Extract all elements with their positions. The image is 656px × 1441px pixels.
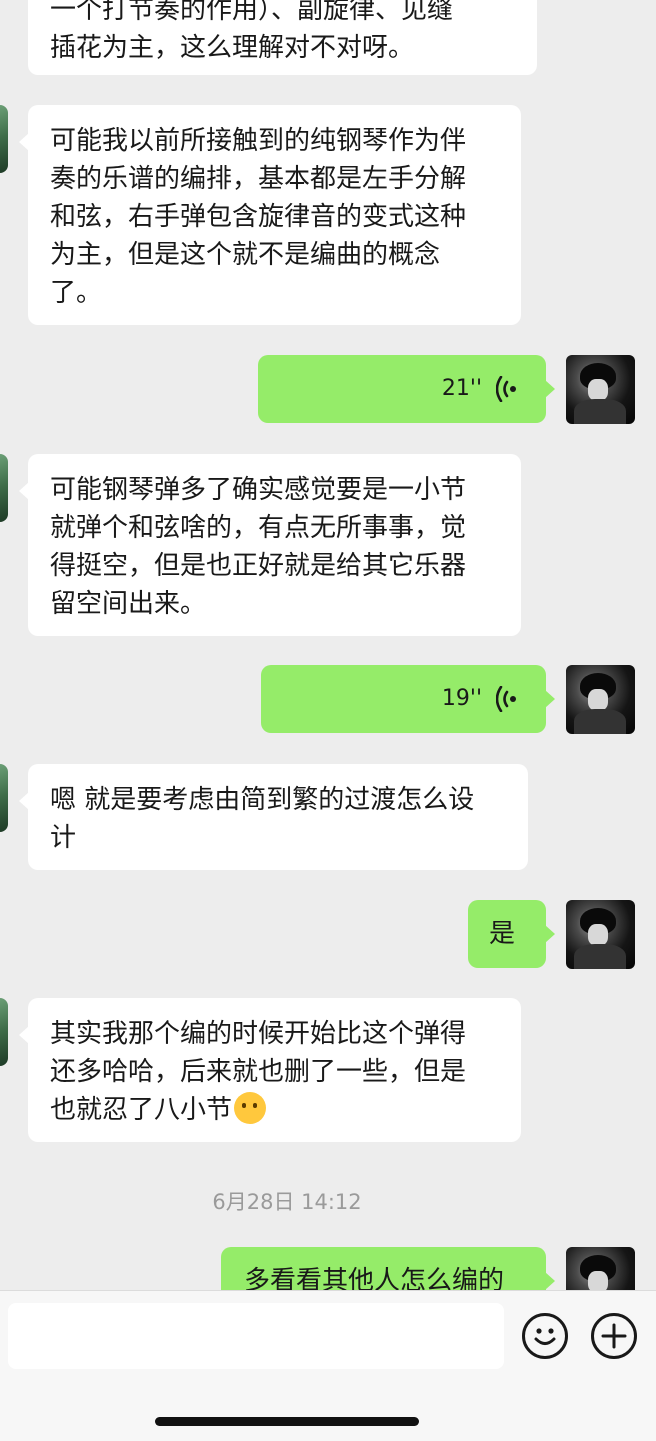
my-avatar[interactable] xyxy=(566,665,635,734)
message-line: 留空间出来。 xyxy=(50,589,207,619)
message-input[interactable] xyxy=(8,1303,504,1369)
outgoing-message[interactable]: 是 xyxy=(468,900,555,968)
message-line: 计 xyxy=(50,823,77,853)
contact-avatar[interactable] xyxy=(0,998,8,1066)
message-line: 可能我以前所接触到的纯钢琴作为伴 xyxy=(50,126,467,156)
chat-message-list[interactable]: 一个打节奏的作用）、副旋律、见缝 插花为主，这么理解对不对呀。 可能我以前所接触… xyxy=(0,0,656,1290)
voice-wave-icon xyxy=(496,686,518,712)
message-line: 为主，但是这个就不是编曲的概念 xyxy=(50,240,441,270)
outgoing-voice-message[interactable]: 21'' xyxy=(258,355,555,423)
contact-avatar[interactable] xyxy=(0,105,8,173)
outgoing-voice-message[interactable]: 19'' xyxy=(261,665,555,733)
my-avatar[interactable] xyxy=(566,1247,635,1290)
message-line: 也就忍了八小节 xyxy=(50,1091,499,1129)
incoming-message[interactable]: 可能钢琴弹多了确实感觉要是一小节 就弹个和弦啥的，有点无所事事，觉 得挺空，但是… xyxy=(19,454,521,636)
message-line: 奏的乐谱的编排，基本都是左手分解 xyxy=(50,164,467,194)
message-text: 是 xyxy=(489,919,516,949)
message-line: 和弦，右手弹包含旋律音的变式这种 xyxy=(50,202,467,232)
plus-icon[interactable] xyxy=(591,1313,637,1359)
voice-duration: 19'' xyxy=(441,686,482,711)
message-line: 可能钢琴弹多了确实感觉要是一小节 xyxy=(50,475,467,505)
contact-avatar[interactable] xyxy=(0,764,8,832)
thinking-face-emoji-icon xyxy=(234,1092,267,1124)
message-timestamp: 6月28日 14:12 xyxy=(212,1190,362,1214)
message-line: 就弹个和弦啥的，有点无所事事，觉 xyxy=(50,513,467,543)
incoming-message[interactable]: 嗯 就是要考虑由简到繁的过渡怎么设 计 xyxy=(19,764,528,870)
my-avatar[interactable] xyxy=(566,900,635,969)
contact-avatar[interactable] xyxy=(0,454,8,522)
emoji-icon[interactable] xyxy=(522,1313,568,1359)
incoming-message[interactable]: 可能我以前所接触到的纯钢琴作为伴 奏的乐谱的编排，基本都是左手分解 和弦，右手弹… xyxy=(19,105,521,325)
voice-wave-icon xyxy=(496,376,518,402)
message-text: 多看看其他人怎么编的 xyxy=(244,1266,505,1290)
message-line: 还多哈哈，后来就也删了一些，但是 xyxy=(50,1057,467,1087)
incoming-message[interactable]: 其实我那个编的时候开始比这个弹得 还多哈哈，后来就也删了一些，但是 也就忍了八小… xyxy=(19,998,521,1142)
message-line: 嗯 就是要考虑由简到繁的过渡怎么设 xyxy=(50,785,475,815)
message-line: 其实我那个编的时候开始比这个弹得 xyxy=(50,1019,467,1049)
message-line: 得挺空，但是也正好就是给其它乐器 xyxy=(50,551,467,581)
incoming-message[interactable]: 一个打节奏的作用）、副旋律、见缝 插花为主，这么理解对不对呀。 xyxy=(28,0,537,75)
my-avatar[interactable] xyxy=(566,355,635,424)
message-line: 插花为主，这么理解对不对呀。 xyxy=(50,33,415,63)
message-line: 一个打节奏的作用）、副旋律、见缝 xyxy=(50,0,454,25)
message-line: 了。 xyxy=(50,278,103,308)
outgoing-message[interactable]: 多看看其他人怎么编的 xyxy=(221,1247,555,1290)
home-indicator[interactable] xyxy=(155,1417,419,1426)
voice-duration: 21'' xyxy=(441,376,482,401)
